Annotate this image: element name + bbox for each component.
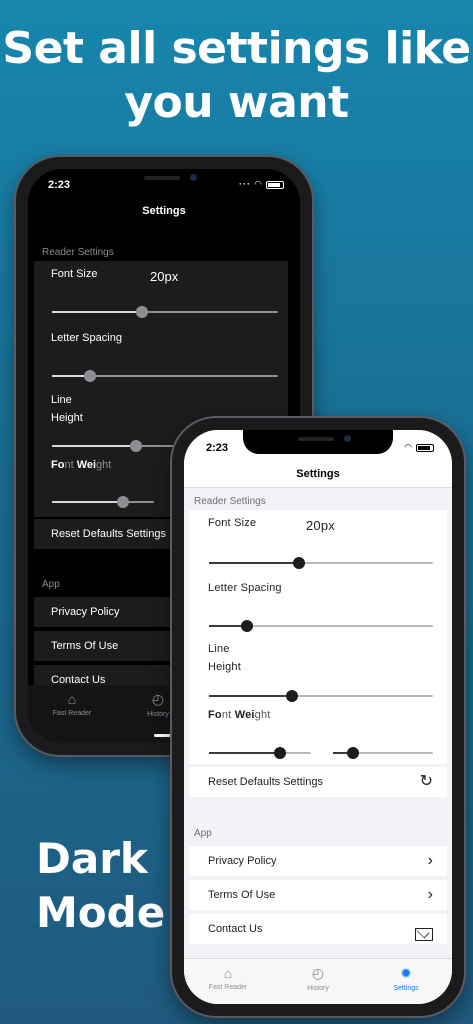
- notch: [89, 169, 239, 193]
- battery-icon: [266, 180, 284, 189]
- letter-spacing-slider[interactable]: [52, 370, 278, 382]
- status-icons: ···· ◠: [235, 179, 284, 190]
- section-header-app: App: [194, 828, 212, 839]
- slider-knob[interactable]: [129, 440, 142, 452]
- font-weight-slider[interactable]: [52, 496, 154, 508]
- slider-knob[interactable]: [241, 620, 254, 632]
- privacy-policy-row[interactable]: Privacy Policy ›: [189, 846, 447, 876]
- letter-spacing-label: Letter Spacing: [51, 332, 122, 344]
- slider-knob[interactable]: [292, 557, 305, 569]
- line-height-slider[interactable]: [209, 690, 433, 702]
- contact-us-label: Contact Us: [208, 923, 263, 935]
- page-title: Settings: [142, 205, 186, 217]
- letter-spacing-label: Letter Spacing: [208, 582, 282, 594]
- home-icon: ⌂: [67, 691, 77, 707]
- chevron-right-icon: ›: [427, 852, 433, 869]
- mail-icon: [415, 914, 433, 944]
- line-height-label: Line Height: [51, 394, 83, 424]
- line-height-label: Line Height: [208, 643, 241, 673]
- wifi-icon: ◠: [404, 442, 413, 452]
- tab-history[interactable]: ◴ History: [278, 965, 358, 992]
- tab-label: Fast Reader: [52, 710, 92, 717]
- reset-defaults-label: Reset Defaults Settings: [208, 776, 323, 788]
- battery-icon: [416, 443, 434, 452]
- chevron-right-icon: ›: [427, 886, 433, 903]
- tab-label: Settings: [393, 985, 419, 992]
- reset-defaults-row[interactable]: Reset Defaults Settings ↻: [189, 767, 447, 797]
- reader-settings-card: Font Size 20px Letter Spacing Line Heigh…: [189, 510, 447, 764]
- terms-of-use-label: Terms Of Use: [208, 889, 276, 901]
- font-size-value: 20px: [306, 518, 335, 533]
- status-icons: ◠: [405, 442, 434, 453]
- font-weight-slider[interactable]: [209, 747, 311, 759]
- section-header-reader: Reader Settings: [194, 496, 266, 507]
- slider-knob[interactable]: [285, 690, 298, 702]
- notch: [243, 430, 393, 454]
- refresh-icon: ↻: [419, 773, 433, 790]
- tab-fast-reader[interactable]: ⌂ Fast Reader: [32, 691, 112, 717]
- font-weight-label: Font Weight: [51, 459, 112, 471]
- font-weight-secondary-slider[interactable]: [333, 747, 433, 759]
- font-weight-label: Font Weight: [208, 709, 271, 721]
- page-title: Settings: [296, 468, 340, 480]
- slider-knob[interactable]: [136, 306, 149, 318]
- headline: Set all settings like you want: [2, 23, 471, 128]
- light-phone-mockup: 2:23 ◠ Settings Reader Settings Font Siz…: [172, 418, 464, 1016]
- privacy-policy-label: Privacy Policy: [208, 855, 277, 867]
- gear-icon: ✹: [400, 965, 412, 981]
- slider-knob[interactable]: [274, 747, 287, 759]
- tab-label: Fast Reader: [208, 984, 248, 991]
- font-size-label: Font Size: [208, 517, 257, 529]
- tab-fast-reader[interactable]: ⌂ Fast Reader: [188, 965, 268, 991]
- tab-label: History: [147, 711, 169, 718]
- status-time: 2:23: [48, 179, 71, 191]
- font-size-label: Font Size: [51, 268, 98, 280]
- tab-label: History: [307, 985, 329, 992]
- tab-settings[interactable]: ✹ Settings: [366, 965, 446, 992]
- slider-knob[interactable]: [347, 747, 359, 759]
- slider-knob[interactable]: [84, 370, 97, 382]
- tab-bar: ⌂ Fast Reader ◴ History ✹ Settings: [184, 958, 452, 1004]
- status-time: 2:23: [206, 442, 229, 454]
- letter-spacing-slider[interactable]: [209, 620, 433, 632]
- history-icon: ◴: [311, 965, 325, 981]
- contact-us-row[interactable]: Contact Us: [189, 914, 447, 944]
- font-size-slider[interactable]: [52, 306, 278, 318]
- section-header-reader: Reader Settings: [42, 247, 114, 258]
- section-header-app: App: [42, 579, 60, 590]
- terms-of-use-row[interactable]: Terms Of Use ›: [189, 880, 447, 910]
- home-icon: ⌂: [223, 965, 233, 981]
- slider-knob[interactable]: [117, 496, 130, 508]
- wifi-icon: ◠: [254, 179, 263, 189]
- font-size-slider[interactable]: [209, 557, 433, 569]
- font-size-value: 20px: [150, 269, 179, 284]
- light-screen: 2:23 ◠ Settings Reader Settings Font Siz…: [184, 430, 452, 1004]
